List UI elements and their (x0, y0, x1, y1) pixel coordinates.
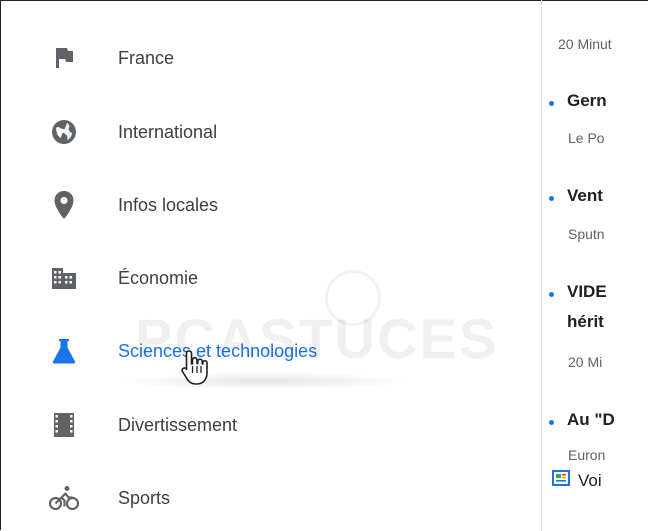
sidebar: France International Infos locales Écono… (1, 20, 541, 531)
sidebar-item-sports[interactable]: Sports (1, 473, 541, 523)
sidebar-item-france[interactable]: France (1, 33, 541, 83)
flask-icon (49, 336, 79, 366)
bullet-icon (549, 292, 554, 297)
article-headline[interactable]: Au "D (567, 410, 615, 430)
bullet-icon (549, 101, 554, 106)
see-more-link[interactable]: Voi (552, 470, 602, 491)
article-headline[interactable]: Gern (567, 91, 607, 111)
bullet-icon (549, 420, 554, 425)
hover-shadow (115, 372, 415, 390)
sidebar-item-label: International (118, 121, 218, 142)
flag-icon (49, 43, 79, 73)
sidebar-item-label: France (118, 47, 175, 68)
see-more-label: Voi (578, 470, 602, 490)
news-column: 20 Minut Gern Le Po Vent Sputn VIDE héri… (542, 0, 649, 531)
film-icon (49, 410, 79, 440)
sidebar-item-economie[interactable]: Économie (1, 253, 541, 303)
bicycle-icon (49, 483, 79, 513)
sidebar-item-label: Divertissement (118, 414, 238, 435)
article-headline[interactable]: VIDE (567, 282, 607, 302)
sidebar-item-label: Sports (118, 487, 171, 508)
sidebar-item-label: Infos locales (118, 194, 219, 215)
article-source: Sputn (568, 226, 605, 242)
sidebar-item-sciences-et-technologies[interactable]: Sciences et technologies (1, 326, 541, 376)
article-source: Euron (568, 447, 606, 463)
location-pin-icon (49, 190, 79, 220)
sidebar-item-international[interactable]: International (1, 107, 541, 157)
article-source: 20 Mi (568, 354, 603, 370)
sidebar-item-divertissement[interactable]: Divertissement (1, 400, 541, 450)
article-headline-line2[interactable]: hérit (567, 312, 604, 332)
news-icon (552, 470, 570, 491)
globe-icon (49, 117, 79, 147)
building-icon (49, 263, 79, 293)
sidebar-item-label: Sciences et technologies (118, 340, 318, 361)
article-source: 20 Minut (558, 36, 612, 52)
sidebar-item-label: Économie (118, 267, 199, 288)
article-headline[interactable]: Vent (567, 186, 603, 206)
hand-cursor-icon (180, 348, 210, 393)
article-source: Le Po (568, 130, 605, 146)
bullet-icon (549, 196, 554, 201)
sidebar-item-infos-locales[interactable]: Infos locales (1, 180, 541, 230)
